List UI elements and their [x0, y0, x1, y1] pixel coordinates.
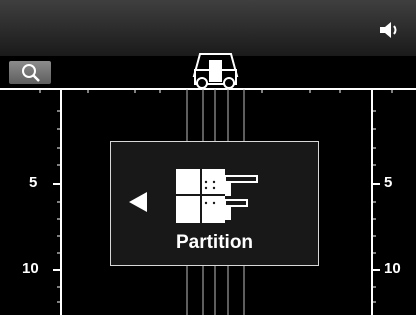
zoom-button[interactable] [9, 61, 51, 84]
left-scale-label-5: 5 [29, 174, 38, 191]
right-scale-label-5: 5 [384, 174, 393, 191]
right-scale-label-10: 10 [384, 260, 401, 277]
left-scale-ticks [53, 110, 61, 303]
partition-icon [176, 169, 258, 223]
mode-label: Partition [175, 232, 254, 253]
top-bar [0, 0, 416, 56]
magnifier-icon [22, 64, 40, 82]
left-scale-label-10: 10 [22, 260, 39, 277]
vehicle-icon [192, 53, 239, 89]
right-scale-ticks [372, 110, 380, 303]
speaker-icon[interactable] [378, 20, 402, 40]
left-arrow-icon[interactable] [127, 190, 149, 214]
mode-panel[interactable]: Partition [110, 141, 319, 266]
